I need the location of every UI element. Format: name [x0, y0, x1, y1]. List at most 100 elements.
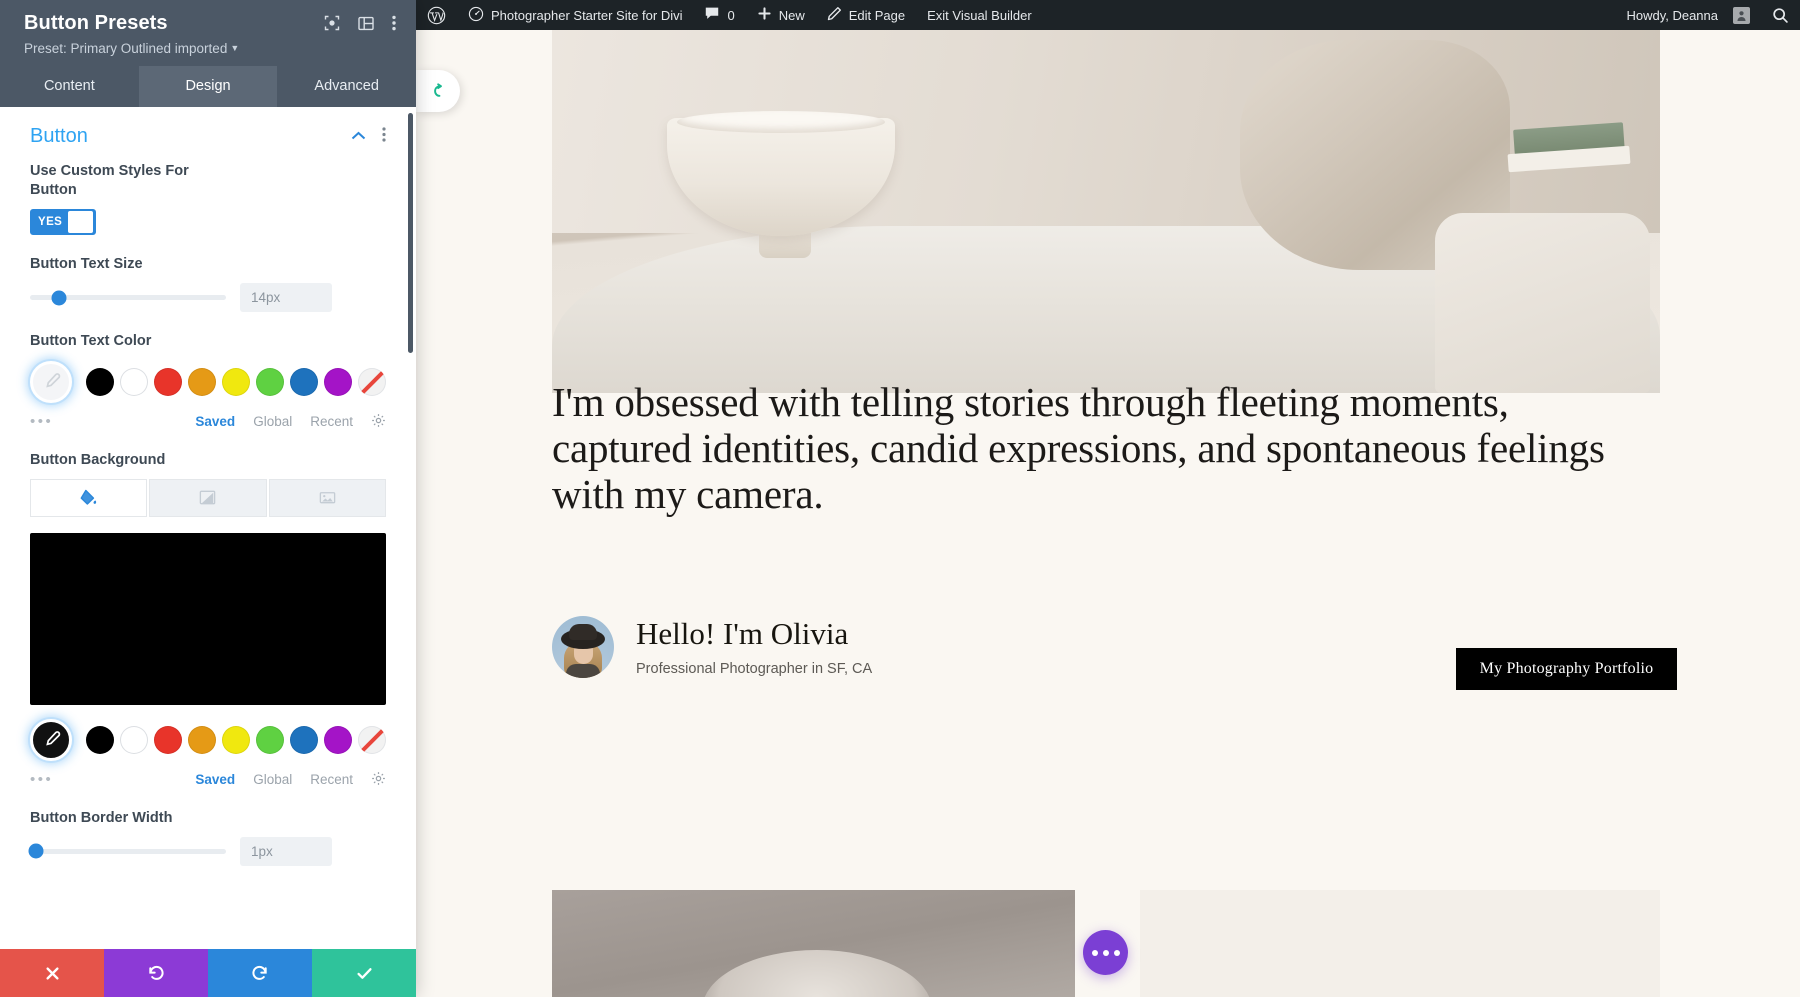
gear-icon[interactable] — [371, 413, 386, 431]
section-more-menu-icon[interactable] — [382, 127, 386, 147]
bg-swatch-black[interactable] — [86, 726, 114, 754]
page-preview-canvas: I'm obsessed with telling stories throug… — [416, 30, 1800, 997]
swatch-blue[interactable] — [290, 368, 318, 396]
swatch-black[interactable] — [86, 368, 114, 396]
text-color-swatch-row — [30, 361, 386, 403]
user-avatar-icon — [1733, 7, 1750, 24]
wordpress-admin-bar: Photographer Starter Site for Divi 0 New — [416, 0, 1800, 30]
bg-swatch-purple[interactable] — [324, 726, 352, 754]
background-swatch-row — [30, 719, 386, 761]
bg-recent-link[interactable]: Recent — [310, 772, 353, 787]
dashboard-icon — [468, 6, 484, 25]
bg-swatch-green[interactable] — [256, 726, 284, 754]
tab-design[interactable]: Design — [139, 66, 278, 107]
bg-swatch-transparent[interactable] — [358, 726, 386, 754]
hero-heading: I'm obsessed with telling stories throug… — [552, 380, 1632, 518]
eyedropper-picker-background[interactable] — [30, 719, 72, 761]
swatch-white[interactable] — [120, 368, 148, 396]
background-color-preview[interactable] — [30, 533, 386, 705]
text-color-saved-link[interactable]: Saved — [195, 414, 235, 429]
field-label-use-custom-styles: Use Custom Styles For Button — [30, 162, 230, 200]
slider-knob-border[interactable] — [28, 844, 43, 859]
comments-menu[interactable]: 0 — [693, 0, 745, 30]
preset-label: Preset: Primary Outlined imported — [24, 41, 227, 56]
button-text-size-slider[interactable] — [30, 295, 226, 300]
swatch-transparent[interactable] — [358, 368, 386, 396]
target-focus-icon[interactable] — [324, 15, 340, 36]
panel-action-bar — [0, 949, 416, 997]
bg-global-link[interactable]: Global — [253, 772, 292, 787]
panel-title: Button Presets — [24, 12, 324, 35]
swatch-orange[interactable] — [188, 368, 216, 396]
image-icon[interactable] — [269, 479, 386, 517]
avatar — [552, 616, 614, 678]
lower-image-left — [552, 890, 1075, 997]
field-label-button-background: Button Background — [30, 451, 386, 470]
eyedropper-picker-text-color[interactable] — [30, 361, 72, 403]
three-dots-icon-dot — [1114, 950, 1120, 956]
field-label-button-text-size: Button Text Size — [30, 255, 386, 274]
field-use-custom-styles: Use Custom Styles For Button YES — [30, 162, 386, 235]
redo-button[interactable] — [208, 949, 312, 997]
my-photography-portfolio-button[interactable]: My Photography Portfolio — [1456, 648, 1677, 690]
text-color-global-link[interactable]: Global — [253, 414, 292, 429]
field-label-button-border-width: Button Border Width — [30, 809, 386, 828]
site-name-menu[interactable]: Photographer Starter Site for Divi — [457, 0, 693, 30]
text-color-meta-row: ••• Saved Global Recent — [30, 413, 386, 431]
tab-advanced[interactable]: Advanced — [277, 66, 416, 107]
swatch-red[interactable] — [154, 368, 182, 396]
preset-selector[interactable]: Preset: Primary Outlined imported▼ — [24, 41, 396, 56]
more-swatches-dots-icon[interactable]: ••• — [30, 413, 190, 430]
button-border-width-slider[interactable] — [30, 849, 226, 854]
search-icon[interactable] — [1761, 0, 1800, 30]
three-dots-icon-dot — [1103, 950, 1109, 956]
bg-saved-link[interactable]: Saved — [195, 772, 235, 787]
pencil-icon — [827, 6, 842, 24]
panel-scrollbar[interactable] — [408, 113, 413, 353]
gradient-icon[interactable] — [149, 479, 266, 517]
field-button-background: Button Background — [30, 451, 386, 789]
edit-page-link[interactable]: Edit Page — [816, 0, 916, 30]
chevron-down-icon: ▼ — [230, 43, 239, 53]
bg-swatch-yellow[interactable] — [222, 726, 250, 754]
swatch-yellow[interactable] — [222, 368, 250, 396]
bg-swatch-blue[interactable] — [290, 726, 318, 754]
panel-layout-icon[interactable] — [358, 16, 374, 36]
panel-body: Button — [0, 107, 416, 949]
bg-swatch-white[interactable] — [120, 726, 148, 754]
builder-floating-menu-button[interactable] — [1083, 930, 1128, 975]
edit-page-label: Edit Page — [849, 8, 905, 23]
tab-content[interactable]: Content — [0, 66, 139, 107]
toggle-value-label: YES — [31, 216, 68, 228]
wordpress-logo-icon[interactable] — [416, 0, 457, 30]
section-title: Button — [30, 125, 351, 148]
profile-name: Hello! I'm Olivia — [636, 617, 872, 651]
bg-more-swatches-dots-icon[interactable]: ••• — [30, 771, 190, 788]
toggle-knob — [68, 211, 93, 233]
profile-row: Hello! I'm Olivia Professional Photograp… — [552, 616, 872, 678]
bg-swatch-red[interactable] — [154, 726, 182, 754]
bg-gear-icon[interactable] — [371, 771, 386, 789]
button-text-size-value[interactable]: 14px — [240, 283, 332, 312]
cancel-button[interactable] — [0, 949, 104, 997]
bg-swatch-orange[interactable] — [188, 726, 216, 754]
panel-more-menu-icon[interactable] — [392, 15, 396, 36]
button-border-width-value[interactable]: 1px — [240, 837, 332, 866]
background-type-tabs — [30, 479, 386, 517]
text-color-recent-link[interactable]: Recent — [310, 414, 353, 429]
howdy-label: Howdy, Deanna — [1626, 8, 1718, 23]
howdy-user-menu[interactable]: Howdy, Deanna — [1615, 0, 1761, 30]
save-button[interactable] — [312, 949, 416, 997]
use-custom-styles-toggle[interactable]: YES — [30, 209, 96, 235]
swatch-purple[interactable] — [324, 368, 352, 396]
exit-visual-builder-link[interactable]: Exit Visual Builder — [916, 0, 1043, 30]
new-content-menu[interactable]: New — [746, 0, 816, 30]
builder-side-tab[interactable] — [416, 70, 460, 112]
avatar-body — [566, 664, 600, 678]
paint-bucket-icon[interactable] — [30, 479, 147, 517]
field-label-button-text-color: Button Text Color — [30, 332, 386, 351]
swatch-green[interactable] — [256, 368, 284, 396]
undo-button[interactable] — [104, 949, 208, 997]
chevron-up-icon[interactable] — [351, 128, 366, 146]
slider-knob[interactable] — [52, 290, 67, 305]
